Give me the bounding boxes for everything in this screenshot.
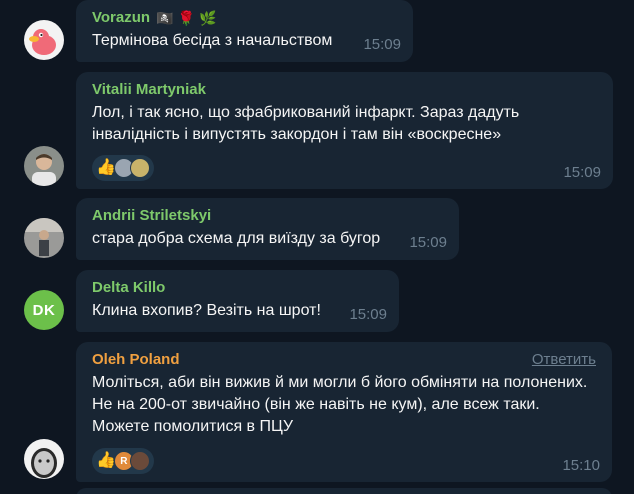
reactor-avatar (129, 158, 150, 178)
sender-name-text[interactable]: Andrii Striletskyi (92, 206, 211, 226)
message-bubble[interactable]: Delta Killo Клина вхопив? Везіть на шрот… (76, 270, 399, 332)
sender-name-text[interactable]: Vitalii Martyniak (92, 80, 206, 100)
message-bubble[interactable]: Oleh Poland Ответить Моліться, аби він в… (76, 342, 612, 482)
message-bubble-next (76, 488, 612, 494)
message-bubble[interactable]: Vorazun 🏴‍☠️ 🌹 🌿 Термінова бесіда з нача… (76, 0, 413, 62)
message-time: 15:09 (349, 306, 387, 323)
pirate-flag-icon: 🏴‍☠️ (156, 10, 174, 26)
thumbs-up-icon: 👍 (96, 159, 116, 176)
message-time: 15:09 (409, 234, 447, 251)
message-text: Клина вхопив? Везіть на шрот! (92, 302, 321, 319)
reactor-avatar (129, 451, 150, 471)
avatar-andrii[interactable] (24, 218, 64, 258)
chat-history: Vorazun 🏴‍☠️ 🌹 🌿 Термінова бесіда з нача… (0, 0, 634, 494)
sender-name[interactable]: Vorazun 🏴‍☠️ 🌹 🌿 (92, 8, 401, 28)
sender-emoji-badges: 🏴‍☠️ 🌹 🌿 (156, 8, 216, 28)
avatar-oleh[interactable] (24, 439, 64, 479)
avatar-vitalii[interactable] (24, 146, 64, 186)
sender-name[interactable]: Oleh Poland (92, 350, 600, 370)
sender-name[interactable]: Andrii Striletskyi (92, 206, 447, 226)
message-time: 15:09 (363, 36, 401, 53)
avatar-delta-killo[interactable]: DK (24, 290, 64, 330)
herb-icon: 🌿 (198, 10, 217, 26)
reactions[interactable]: 👍 R (92, 448, 154, 474)
reaction-thumbs-up[interactable]: 👍 R (92, 448, 154, 474)
message-text: Лол, і так ясно, що зфабрикований інфарк… (92, 104, 520, 143)
reactions[interactable]: 👍 (92, 155, 154, 181)
sender-name[interactable]: Delta Killo (92, 278, 387, 298)
reply-button[interactable]: Ответить (532, 351, 596, 368)
sender-name-text[interactable]: Oleh Poland (92, 350, 180, 370)
reaction-thumbs-up[interactable]: 👍 (92, 155, 154, 181)
message-text: Моліться, аби він вижив й ми могли б йог… (92, 374, 588, 435)
thumbs-up-icon: 👍 (96, 452, 116, 469)
message-bubble[interactable]: Andrii Striletskyi стара добра схема для… (76, 198, 459, 260)
message-text: Термінова бесіда з начальством (92, 32, 333, 49)
sender-name-text[interactable]: Delta Killo (92, 278, 165, 298)
avatar-initials: DK (32, 301, 56, 319)
message-text: стара добра схема для виїзду за бугор (92, 230, 381, 247)
message-bubble[interactable]: Vitalii Martyniak Лол, і так ясно, що зф… (76, 72, 613, 189)
message-time: 15:10 (562, 457, 600, 474)
sender-name[interactable]: Vitalii Martyniak (92, 80, 601, 100)
avatar-vorazun[interactable] (24, 20, 64, 60)
message-time: 15:09 (563, 164, 601, 181)
rose-icon: 🌹 (177, 10, 195, 26)
sender-name-text[interactable]: Vorazun (92, 8, 150, 28)
